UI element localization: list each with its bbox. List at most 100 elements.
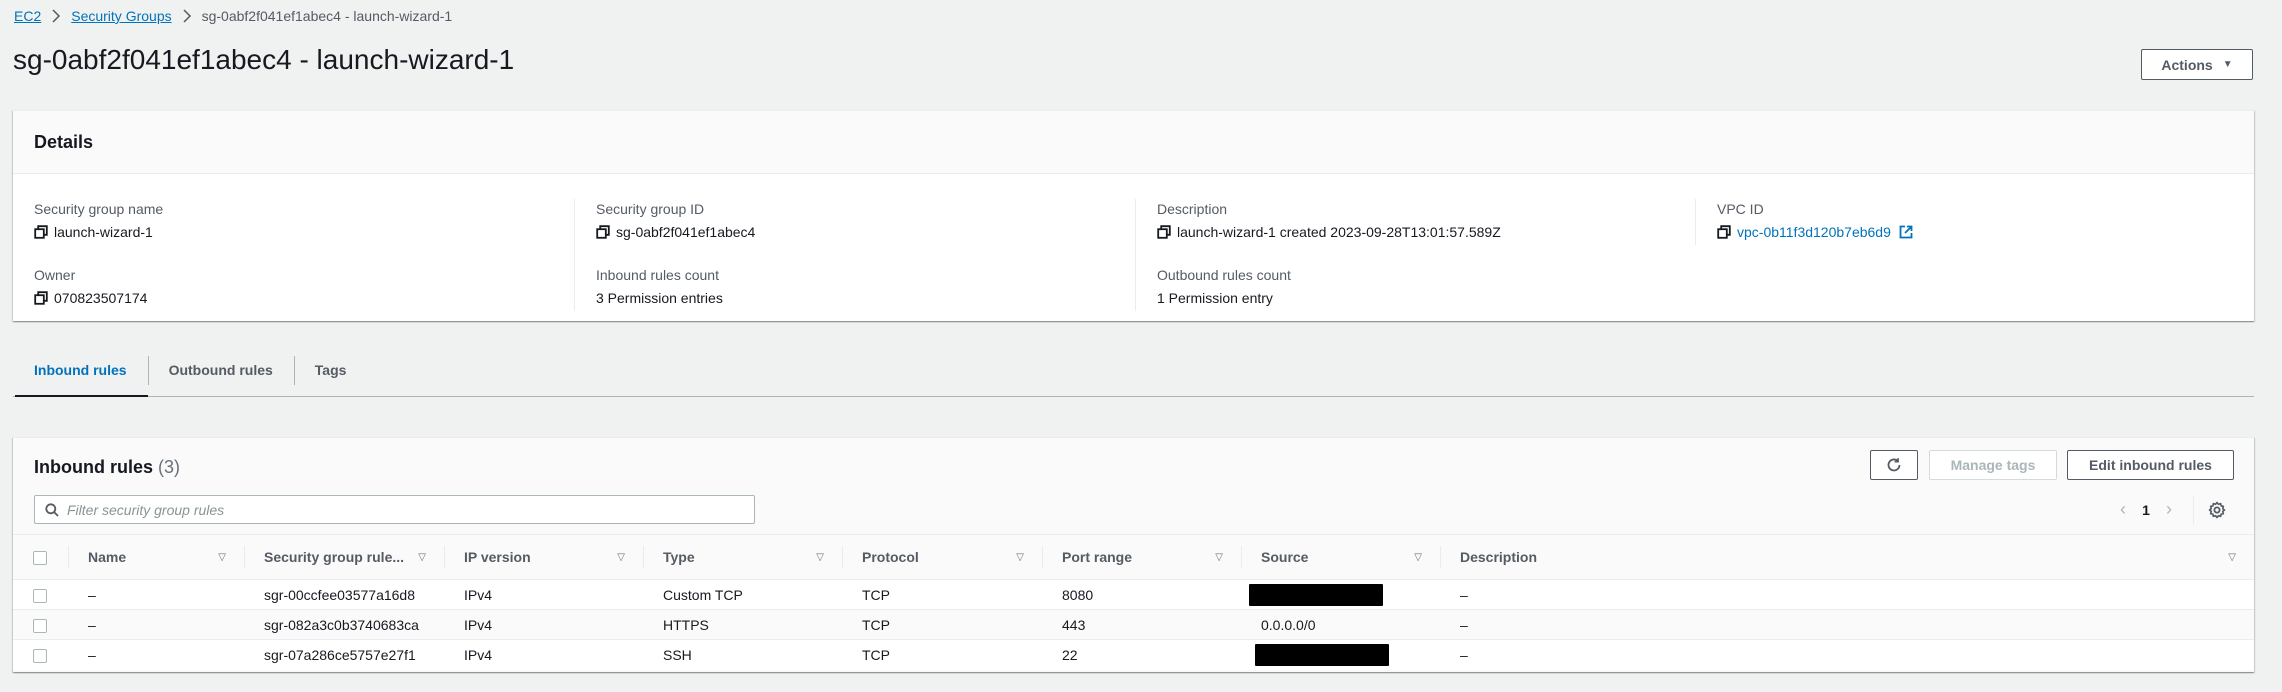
row-checkbox[interactable] [33, 588, 47, 603]
refresh-button[interactable] [1870, 450, 1918, 480]
details-column-3: Description launch-wizard-1 created 2023… [1135, 199, 1695, 311]
cell-rule-id: sgr-07a286ce5757e27f1 [244, 639, 444, 670]
copy-icon[interactable] [34, 225, 48, 239]
cell-rule-id: sgr-082a3c0b3740683ca [244, 609, 444, 640]
previous-page-button[interactable]: ‹ [2113, 499, 2133, 520]
cell-type: HTTPS [643, 609, 842, 640]
field-value: 3 Permission entries [596, 290, 723, 306]
actions-label: Actions [2161, 56, 2213, 73]
field-label: VPC ID [1717, 201, 1764, 217]
cell-description: – [1440, 579, 2254, 610]
page-title: sg-0abf2f041ef1abec4 - launch-wizard-1 [13, 44, 515, 75]
column-header-description[interactable]: Description ▽ [1440, 534, 2254, 580]
sort-icon[interactable]: ▽ [1016, 552, 1024, 563]
tab-inbound-rules[interactable]: Inbound rules [13, 344, 148, 397]
column-header-name[interactable]: Name ▽ [68, 534, 244, 580]
field-label: Inbound rules count [596, 267, 719, 283]
divider [2193, 495, 2194, 524]
sort-icon[interactable]: ▽ [1414, 552, 1422, 563]
select-all-checkbox[interactable] [33, 551, 47, 566]
column-header-rule-id[interactable]: Security group rule... ▽ [244, 534, 444, 580]
column-label: Source [1261, 549, 1309, 565]
field-outbound-rules-count: Outbound rules count 1 Permission entry [1157, 265, 1695, 311]
field-owner: Owner 070823507174 [34, 265, 594, 321]
cell-type: Custom TCP [643, 579, 842, 610]
field-value: launch-wizard-1 created 2023-09-28T13:01… [1177, 224, 1501, 240]
sort-icon[interactable]: ▽ [418, 552, 426, 563]
breadcrumb: EC2 Security Groups sg-0abf2f041ef1abec4… [14, 6, 452, 26]
cell-source [1241, 579, 1440, 610]
cell-protocol: TCP [842, 579, 1042, 610]
sort-icon[interactable]: ▽ [1215, 552, 1223, 563]
breadcrumb-ec2-link[interactable]: EC2 [14, 8, 41, 24]
field-value: sg-0abf2f041ef1abec4 [616, 224, 756, 240]
sort-icon[interactable]: ▽ [2228, 552, 2236, 563]
table-row[interactable]: – sgr-00ccfee03577a16d8 IPv4 Custom TCP … [13, 579, 2254, 610]
column-label: Name [88, 549, 127, 565]
row-checkbox[interactable] [33, 648, 47, 663]
cell-rule-id: sgr-00ccfee03577a16d8 [244, 579, 444, 610]
inbound-rules-count: (3) [158, 457, 181, 477]
field-value: launch-wizard-1 [54, 224, 153, 240]
cell-name: – [68, 609, 244, 640]
column-header-port-range[interactable]: Port range ▽ [1042, 534, 1241, 580]
copy-icon[interactable] [34, 291, 48, 305]
details-column-1: Security group name launch-wizard-1 Owne… [34, 199, 594, 321]
security-group-detail-page: EC2 Security Groups sg-0abf2f041ef1abec4… [0, 0, 2282, 692]
vpc-id-link[interactable]: vpc-0b11f3d120b7eb6d9 [1737, 221, 1891, 243]
tab-outbound-rules[interactable]: Outbound rules [147, 344, 294, 396]
chevron-right-icon [49, 9, 63, 23]
tab-tags[interactable]: Tags [293, 344, 368, 396]
details-title: Details [34, 131, 94, 152]
row-checkbox[interactable] [33, 618, 47, 633]
breadcrumb-security-groups-link[interactable]: Security Groups [71, 8, 171, 24]
page-number[interactable]: 1 [2133, 502, 2159, 518]
details-column-4: VPC ID vpc-0b11f3d120b7eb6d9 [1695, 199, 2235, 245]
cell-protocol: TCP [842, 609, 1042, 640]
inbound-rules-panel: Inbound rules (3) Manage tags Edit inbou… [13, 437, 2254, 672]
field-value: 070823507174 [54, 290, 148, 306]
column-label: Description [1460, 549, 1538, 565]
field-description: Description launch-wizard-1 created 2023… [1157, 199, 1695, 245]
manage-tags-button[interactable]: Manage tags [1929, 450, 2057, 480]
cell-source: 0.0.0.0/0 [1241, 609, 1440, 640]
column-header-type[interactable]: Type ▽ [643, 534, 842, 580]
refresh-icon [1887, 458, 1901, 472]
breadcrumb-current: sg-0abf2f041ef1abec4 - launch-wizard-1 [201, 8, 453, 24]
copy-icon[interactable] [596, 225, 610, 239]
inbound-rules-heading: Inbound rules [34, 457, 153, 477]
table-row[interactable]: – sgr-082a3c0b3740683ca IPv4 HTTPS TCP 4… [13, 609, 2254, 640]
inbound-rules-table: Name ▽ Security group rule... ▽ IP version… [13, 534, 2254, 670]
column-header-ip-version[interactable]: IP version ▽ [444, 534, 643, 580]
sort-icon[interactable]: ▽ [218, 552, 226, 563]
filter-field [34, 495, 755, 524]
field-label: Description [1157, 201, 1228, 217]
column-header-protocol[interactable]: Protocol ▽ [842, 534, 1042, 580]
edit-inbound-rules-button[interactable]: Edit inbound rules [2067, 450, 2234, 480]
field-value: 1 Permission entry [1157, 290, 1273, 306]
redacted-source [1249, 583, 1383, 606]
sort-icon[interactable]: ▽ [617, 552, 625, 563]
sort-icon[interactable]: ▽ [816, 552, 824, 563]
column-label: Port range [1062, 549, 1133, 565]
external-link-icon[interactable] [1899, 225, 1913, 239]
table-row[interactable]: – sgr-07a286ce5757e27f1 IPv4 SSH TCP 22 … [13, 639, 2254, 670]
actions-button[interactable]: Actions ▼ [2141, 49, 2253, 80]
row-select-cell [13, 579, 68, 610]
field-label: Owner [34, 267, 76, 283]
cell-source [1241, 639, 1440, 670]
filter-input[interactable] [67, 501, 754, 518]
column-header-source[interactable]: Source ▽ [1241, 534, 1440, 580]
field-security-group-id: Security group ID sg-0abf2f041ef1abec4 [596, 199, 1134, 245]
copy-icon[interactable] [1717, 225, 1731, 239]
cell-description: – [1440, 609, 2254, 640]
cell-port-range: 22 [1042, 639, 1241, 670]
pagination: ‹ 1 › [2113, 495, 2226, 524]
next-page-button[interactable]: › [2159, 499, 2179, 520]
inbound-rules-title: Inbound rules (3) [34, 457, 180, 478]
details-header: Details [13, 111, 2254, 174]
copy-icon[interactable] [1157, 225, 1171, 239]
table-header-row: Name ▽ Security group rule... ▽ IP version… [13, 534, 2254, 580]
gear-icon[interactable] [2208, 501, 2226, 519]
search-icon [45, 502, 59, 517]
